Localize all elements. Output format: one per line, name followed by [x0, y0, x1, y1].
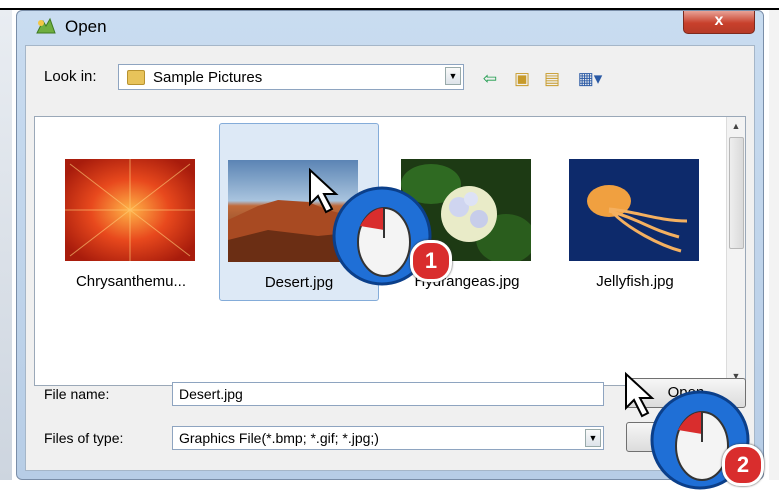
close-button[interactable]: x	[683, 11, 755, 34]
dropdown-arrow-icon[interactable]: ▼	[585, 429, 601, 447]
view-menu-icon[interactable]: ▦▾	[572, 68, 608, 90]
window-title: Open	[65, 17, 107, 36]
step-badge: 1	[410, 240, 452, 282]
file-type-dropdown[interactable]: Graphics File(*.bmp; *.gif; *.jpg;) ▼	[172, 426, 604, 450]
look-in-value: Sample Pictures	[153, 69, 263, 86]
jellyfish-thumbnail	[569, 159, 699, 261]
file-type-label: Files of type:	[44, 430, 124, 446]
background-panel-left	[0, 10, 12, 480]
vertical-scrollbar[interactable]: ▲ ▼	[726, 117, 745, 385]
background-panel-right	[769, 10, 779, 480]
file-item-chrysanthemum[interactable]: Chrysanthemu...	[51, 123, 211, 301]
up-folder-icon[interactable]: ▣	[508, 68, 536, 90]
file-name-input[interactable]: Desert.jpg	[172, 382, 604, 406]
file-name-label: Jellyfish.jpg	[596, 273, 674, 290]
app-icon	[36, 17, 56, 34]
dropdown-arrow-icon[interactable]: ▼	[445, 67, 461, 85]
step-badge: 2	[722, 444, 764, 486]
file-item-jellyfish[interactable]: Jellyfish.jpg	[555, 123, 715, 301]
back-arrow-icon[interactable]: ⇦	[476, 68, 504, 90]
folder-icon	[127, 70, 145, 85]
chrysanthemum-thumbnail	[65, 159, 195, 261]
file-type-value: Graphics File(*.bmp; *.gif; *.jpg;)	[179, 430, 379, 446]
scroll-thumb[interactable]	[729, 137, 744, 249]
look-in-dropdown[interactable]: Sample Pictures ▼	[118, 64, 464, 90]
new-folder-icon[interactable]: ▤	[538, 68, 566, 90]
file-name-label: File name:	[44, 386, 110, 402]
scroll-up-icon[interactable]: ▲	[727, 121, 745, 131]
title-bar[interactable]: Open x	[17, 11, 763, 45]
file-name-label: Chrysanthemu...	[75, 273, 187, 290]
look-in-label: Look in:	[44, 68, 97, 85]
